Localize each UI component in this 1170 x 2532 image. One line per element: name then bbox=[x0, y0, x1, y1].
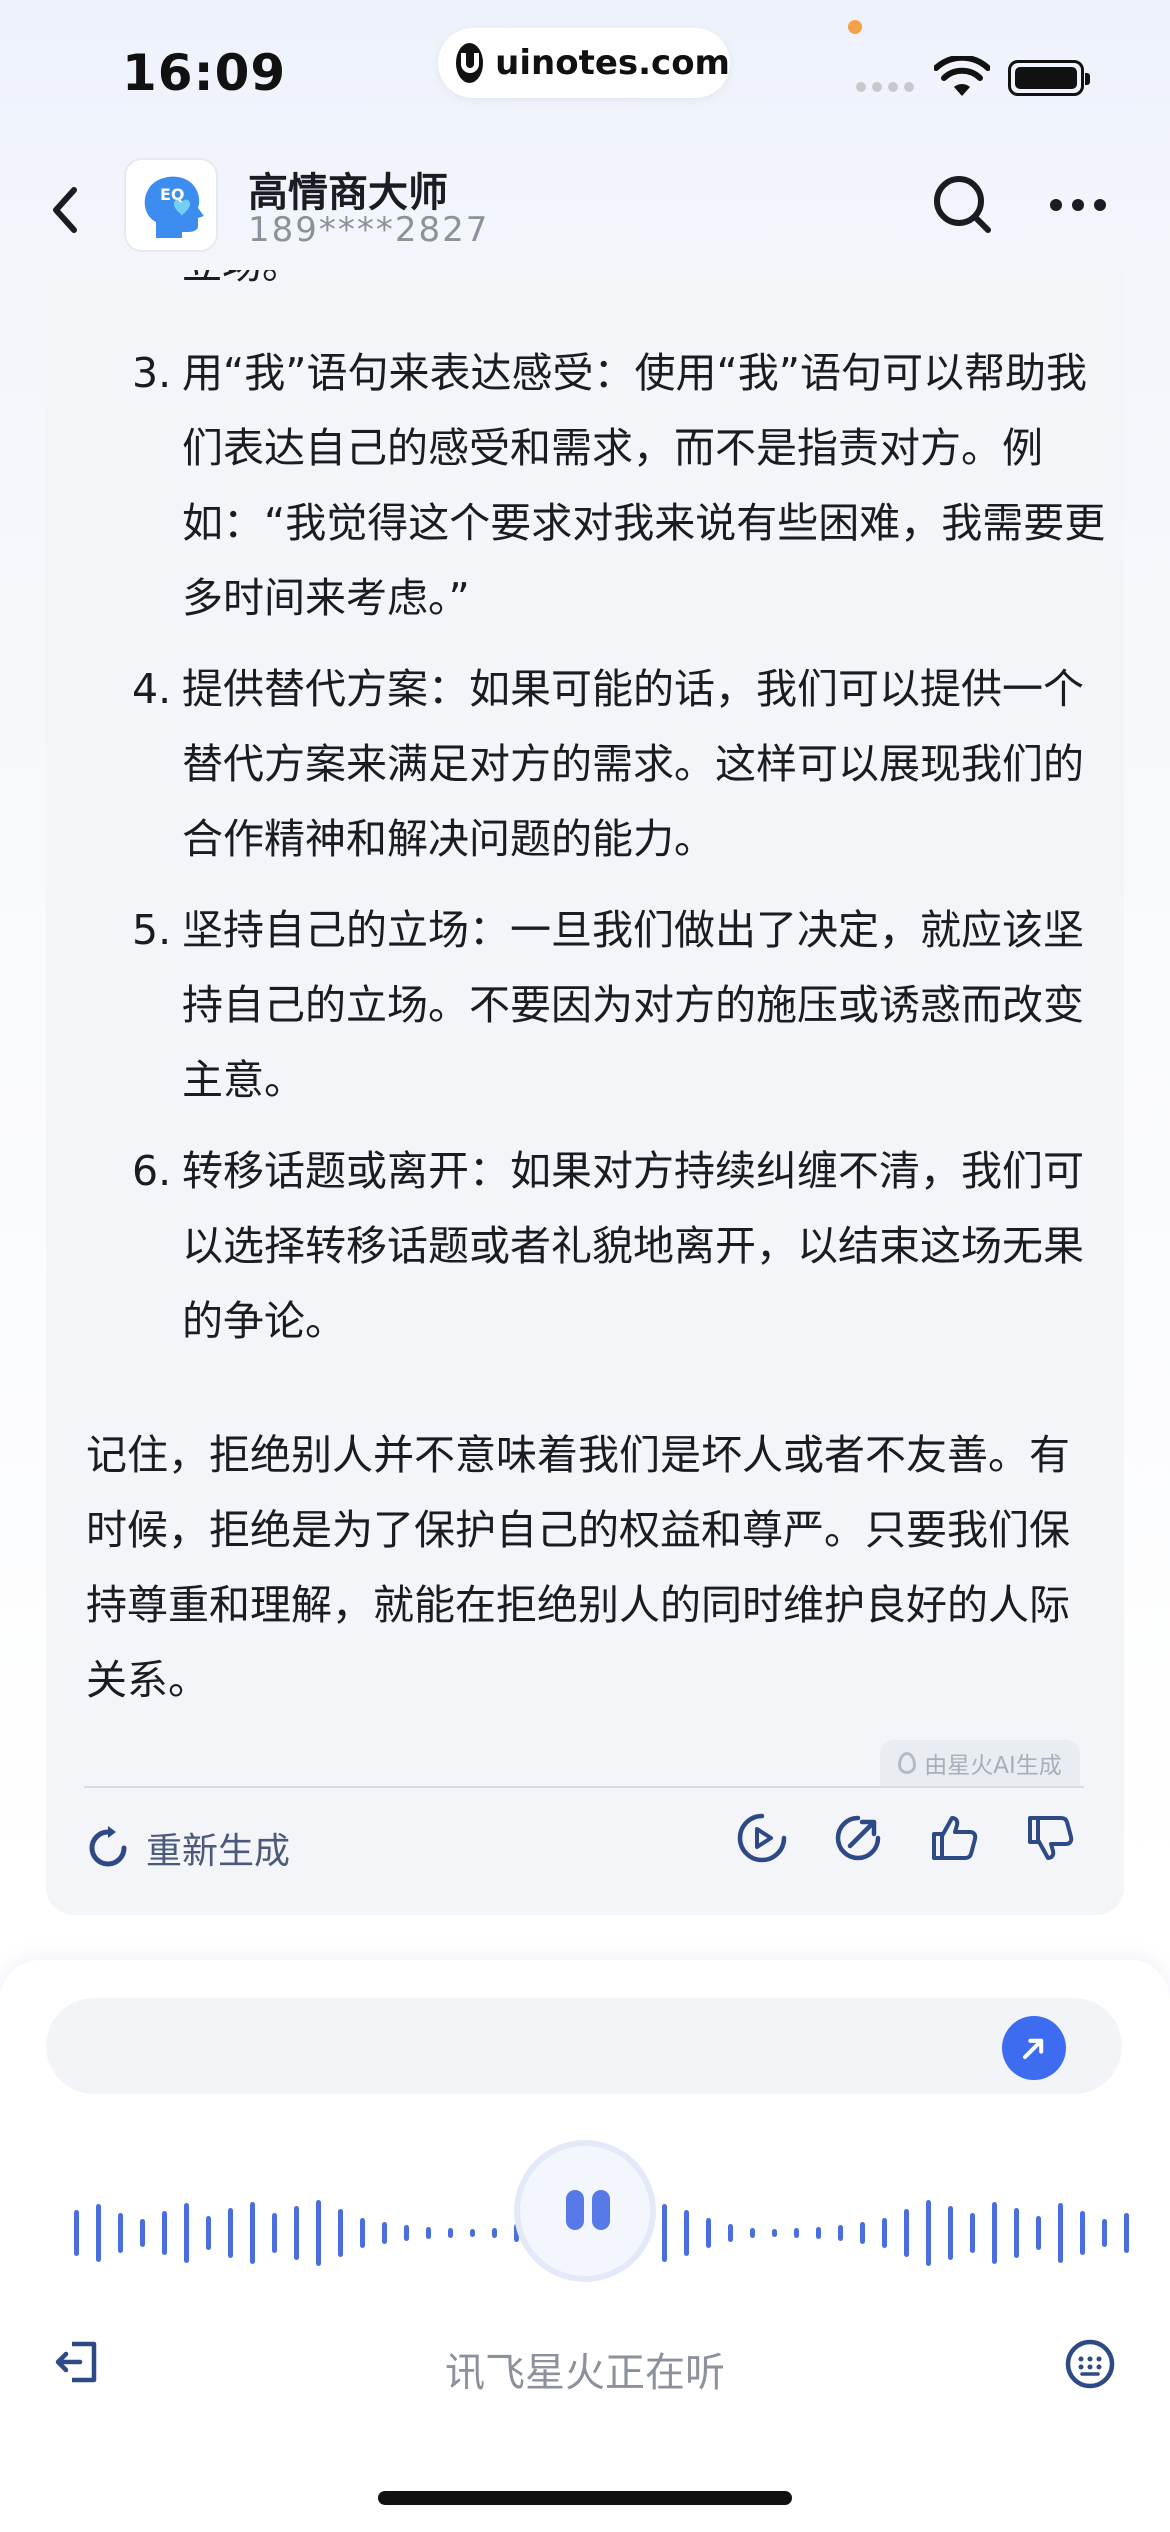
arrow-up-right-icon bbox=[1022, 2038, 1044, 2060]
tips-list: 3. 用“我”语句来表达感受：使用“我”语句可以帮助我们表达自己的感受和需求，而不… bbox=[132, 336, 1112, 1375]
battery-icon bbox=[1008, 60, 1090, 96]
waveform-bar bbox=[206, 2216, 211, 2250]
waveform-bar bbox=[1014, 2208, 1019, 2258]
avatar-eq-text: EQ bbox=[160, 185, 185, 204]
waveform-bar bbox=[706, 2218, 711, 2248]
waveform-bar bbox=[250, 2202, 255, 2264]
more-options-icon[interactable] bbox=[1050, 180, 1120, 230]
user-phone: 189****2827 bbox=[248, 210, 490, 250]
home-indicator bbox=[378, 2491, 792, 2505]
input-panel: 讯飞星火正在听 bbox=[0, 1960, 1170, 2532]
waveform-bar bbox=[404, 2225, 409, 2241]
waveform-bar bbox=[228, 2208, 233, 2258]
back-arrow-icon[interactable] bbox=[42, 180, 92, 240]
privacy-indicator-dot bbox=[848, 20, 862, 34]
waveform-bar bbox=[316, 2200, 321, 2266]
waveform-bar bbox=[662, 2204, 667, 2262]
waveform-bar bbox=[382, 2222, 387, 2244]
waveform-bar bbox=[492, 2228, 497, 2238]
listening-status: 讯飞星火正在听 bbox=[445, 2350, 725, 2396]
waveform-bar bbox=[1036, 2216, 1041, 2250]
refresh-icon bbox=[89, 1826, 127, 1867]
waveform-bar bbox=[948, 2206, 953, 2260]
waveform-bar bbox=[272, 2213, 277, 2253]
list-item: 6. 转移话题或离开：如果对方持续纠缠不清，我们可以选择转移话题或者礼貌地离开，以… bbox=[132, 1147, 1084, 1345]
regenerate-label: 重新生成 bbox=[146, 1831, 291, 1872]
waveform-bar bbox=[684, 2210, 689, 2256]
waveform-bar bbox=[816, 2227, 821, 2239]
uinotes-logo-icon bbox=[456, 43, 484, 83]
waveform-bar bbox=[728, 2224, 733, 2242]
waveform-bar bbox=[470, 2229, 475, 2237]
waveform-bar bbox=[882, 2218, 887, 2248]
assistant-message-card: 立场。 3.用“我”语句来表达感受：使用“我”语句可以帮助我们表达自己的感受和需… bbox=[46, 270, 1124, 1915]
spark-flame-icon bbox=[898, 1752, 917, 1774]
cellular-signal-icon bbox=[856, 82, 914, 92]
waveform-bar bbox=[992, 2202, 997, 2264]
waveform-bar bbox=[360, 2218, 365, 2248]
mic-bar-left bbox=[566, 2190, 584, 2230]
regenerate-button[interactable]: 重新生成 bbox=[84, 1822, 290, 1874]
thumbs-up-icon[interactable] bbox=[928, 1812, 980, 1864]
waveform-bar bbox=[140, 2219, 145, 2247]
waveform-bar bbox=[1080, 2211, 1085, 2255]
list-item: 3. 用“我”语句来表达感受：使用“我”语句可以帮助我们表达自己的感受和需求，而不… bbox=[132, 349, 1106, 622]
status-time: 16:09 bbox=[122, 44, 287, 102]
message-actions bbox=[736, 1812, 1076, 1864]
waveform-bar bbox=[294, 2206, 299, 2260]
waveform-bar bbox=[338, 2209, 343, 2257]
waveform-bar bbox=[1058, 2203, 1063, 2263]
divider bbox=[84, 1786, 1084, 1788]
thumbs-down-icon[interactable] bbox=[1024, 1812, 1076, 1864]
waveform-bar bbox=[162, 2211, 167, 2255]
send-button[interactable] bbox=[1002, 2016, 1066, 2080]
waveform-bar bbox=[904, 2209, 909, 2257]
waveform-bar bbox=[838, 2225, 843, 2241]
mic-bar-right bbox=[592, 2190, 610, 2230]
waveform-bar bbox=[426, 2227, 431, 2239]
waveform-bar bbox=[96, 2204, 101, 2262]
waveform-bar bbox=[184, 2203, 189, 2263]
waveform-bar bbox=[750, 2228, 755, 2238]
search-icon[interactable] bbox=[928, 170, 998, 240]
waveform-bar bbox=[118, 2213, 123, 2253]
waveform-bar bbox=[794, 2228, 799, 2238]
message-input[interactable] bbox=[46, 1998, 1122, 2094]
play-icon[interactable] bbox=[736, 1812, 788, 1864]
status-bar: 16:09 uinotes.com bbox=[0, 0, 1170, 150]
clipped-previous-line: 立场。 bbox=[182, 270, 302, 290]
keyboard-icon[interactable] bbox=[1064, 2338, 1116, 2390]
voice-listening-button[interactable] bbox=[514, 2140, 656, 2282]
waveform-bar bbox=[970, 2213, 975, 2253]
url-pill[interactable]: uinotes.com bbox=[438, 28, 730, 98]
waveform-bar bbox=[74, 2210, 79, 2256]
list-item: 4. 提供替代方案：如果可能的话，我们可以提供一个替代方案来满足对方的需求。这样可… bbox=[132, 665, 1084, 863]
ai-generated-badge: 由星火AI生成 bbox=[880, 1740, 1080, 1786]
waveform-bar bbox=[448, 2228, 453, 2238]
closing-paragraph: 记住，拒绝别人并不意味着我们是坏人或者不友善。有时候，拒绝是为了保护自己的权益和… bbox=[86, 1431, 1070, 1704]
share-icon[interactable] bbox=[832, 1812, 884, 1864]
list-item: 5. 坚持自己的立场：一旦我们做出了决定，就应该坚持自己的立场。不要因为对方的施压… bbox=[132, 906, 1084, 1104]
waveform-bar bbox=[1102, 2219, 1107, 2247]
bot-avatar[interactable]: EQ bbox=[124, 158, 218, 252]
chat-header: EQ 高情商大师 189****2827 bbox=[0, 150, 1170, 270]
eq-head-icon: EQ bbox=[144, 176, 204, 238]
url-text: uinotes.com bbox=[495, 43, 730, 83]
waveform-bar bbox=[1124, 2213, 1129, 2253]
waveform-bar bbox=[926, 2200, 931, 2266]
waveform-bar bbox=[860, 2222, 865, 2244]
waveform-bar bbox=[772, 2229, 777, 2237]
wifi-icon bbox=[934, 56, 990, 96]
